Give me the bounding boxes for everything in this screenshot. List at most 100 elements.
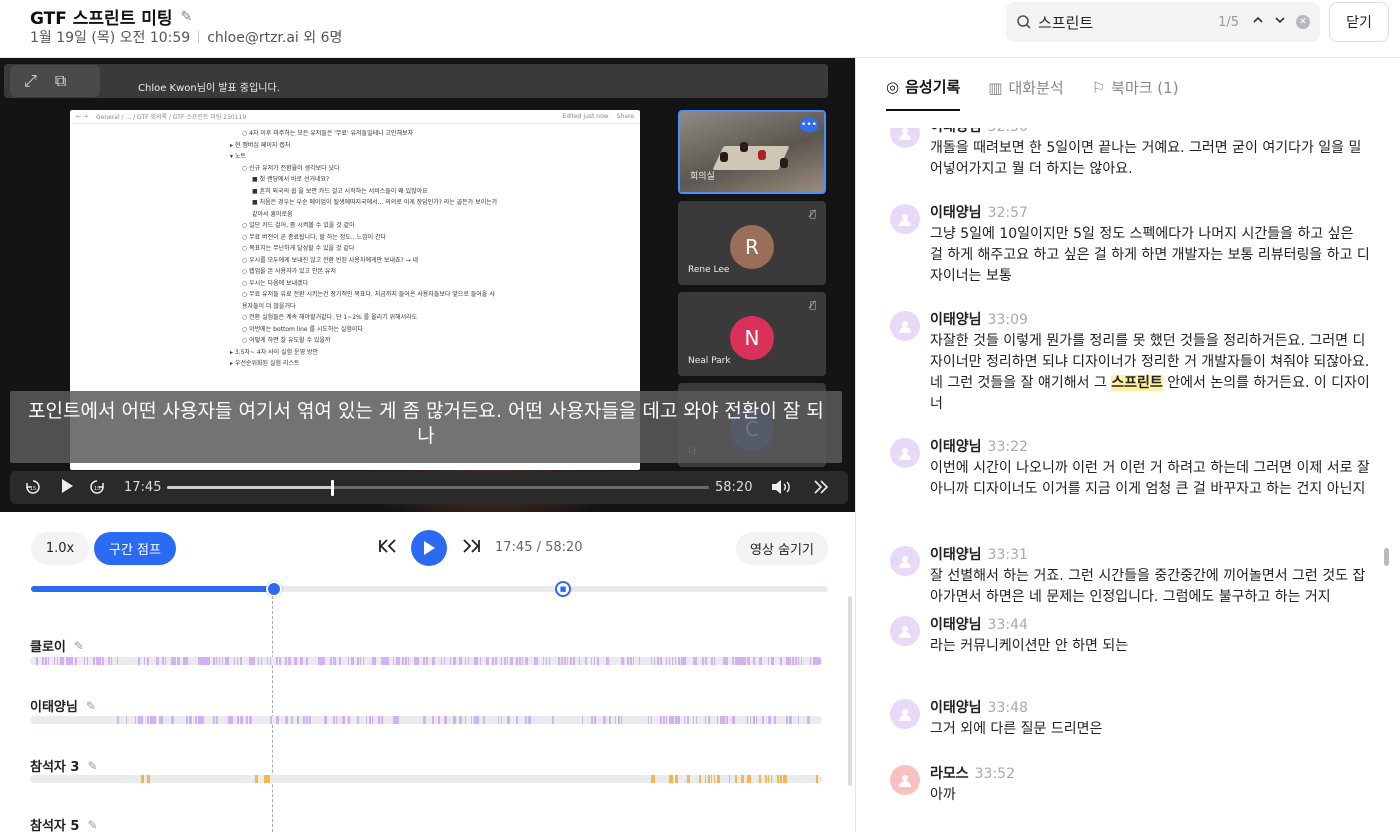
participant-name: 회의실	[690, 172, 715, 182]
forward-15-icon[interactable]: 15	[88, 478, 106, 500]
activity-segment	[477, 716, 479, 724]
activity-segment	[396, 716, 399, 724]
section-jump-button[interactable]: 구간 점프	[94, 532, 176, 565]
activity-segment	[483, 716, 485, 724]
activity-segment	[510, 657, 513, 665]
speaker-activity-track[interactable]	[30, 716, 822, 724]
activity-segment	[240, 657, 242, 665]
activity-segment	[714, 775, 715, 783]
divider	[198, 31, 200, 43]
activity-segment	[678, 716, 680, 724]
chevron-down-icon[interactable]	[1274, 14, 1286, 30]
activity-segment	[627, 657, 629, 665]
edit-pencil-icon[interactable]: ✎	[74, 639, 84, 653]
activity-segment	[807, 716, 810, 724]
edit-pencil-icon[interactable]: ✎	[181, 9, 193, 25]
activity-segment	[276, 716, 279, 724]
tab-bookmark[interactable]: ⚐ 북마크 (1)	[1092, 76, 1179, 111]
activity-segment	[687, 775, 690, 783]
more-options-icon[interactable]: •••	[800, 118, 818, 132]
transcript-timestamp[interactable]: 33:44	[988, 617, 1028, 633]
activity-segment	[195, 716, 197, 724]
activity-segment	[153, 716, 156, 724]
person-avatar-icon	[890, 546, 920, 576]
close-search-button[interactable]: 닫기	[1329, 2, 1389, 42]
room-person	[758, 150, 766, 160]
activity-segment	[72, 657, 73, 665]
person-avatar-icon	[890, 765, 920, 795]
tab-conversation-analysis[interactable]: ▥ 대화분석	[988, 76, 1063, 111]
edit-pencil-icon[interactable]: ✎	[87, 759, 97, 773]
activity-segment	[768, 716, 771, 724]
transcript-scrollbar[interactable]	[1384, 548, 1389, 566]
clear-search-icon[interactable]: ✕	[1296, 15, 1310, 29]
activity-segment	[216, 657, 217, 665]
speaker-name: 참석자 5	[30, 819, 80, 834]
video-seek-handle[interactable]	[331, 480, 335, 496]
edit-pencil-icon[interactable]: ✎	[87, 818, 97, 832]
activity-segment	[333, 657, 336, 665]
activity-segment	[492, 657, 494, 665]
activity-segment	[501, 716, 502, 724]
playback-speed-button[interactable]: 1.0x	[31, 532, 89, 565]
transcript-timestamp[interactable]: 33:22	[988, 439, 1028, 455]
hide-video-button[interactable]: 영상 숨기기	[736, 532, 828, 565]
timeline-progress-bar[interactable]	[31, 581, 828, 597]
participant-tile[interactable]: 🎙̸ N Neal Park	[678, 292, 826, 376]
play-button[interactable]	[411, 530, 447, 566]
left-scrollbar[interactable]	[848, 596, 852, 786]
activity-segment	[717, 716, 718, 724]
activity-segment	[378, 716, 380, 724]
activity-segment	[468, 657, 469, 665]
volume-icon[interactable]	[770, 478, 794, 500]
chart-icon: ▥	[988, 78, 1003, 97]
transcript-timestamp[interactable]: 33:31	[988, 547, 1028, 563]
search-input[interactable]	[1038, 13, 1188, 31]
activity-segment	[216, 716, 218, 724]
video-player[interactable]: ⤢ ⧉ Chloe Kwon님이 발표 중입니다. ← → General / …	[0, 58, 855, 512]
participant-tile-room[interactable]: ••• 회의실	[678, 110, 826, 194]
transcript-timestamp[interactable]: 32:57	[988, 205, 1028, 221]
activity-segment	[453, 716, 456, 724]
video-seek-bar[interactable]	[167, 480, 709, 496]
playhead-line	[272, 596, 273, 832]
activity-segment	[297, 716, 299, 724]
timeline-handle[interactable]	[266, 581, 283, 597]
speaker-activity-track[interactable]	[30, 657, 822, 665]
rewind-icon[interactable]	[378, 537, 398, 560]
transcript-timestamp[interactable]: 33:48	[988, 700, 1028, 716]
edit-pencil-icon[interactable]: ✎	[86, 699, 96, 713]
fast-forward-icon[interactable]	[461, 537, 481, 560]
expand-icon[interactable]: ⤢	[24, 71, 37, 91]
document-line: ▸ 우선순위화된 실험 리스트	[230, 360, 300, 367]
bookmark-marker-icon[interactable]: ■	[555, 581, 571, 597]
participant-tile[interactable]: 🎙̸ R Rene Lee	[678, 201, 826, 285]
activity-segment	[516, 716, 518, 724]
activity-segment	[753, 657, 755, 665]
activity-segment	[324, 716, 327, 724]
picture-in-picture-icon[interactable]: ⧉	[55, 71, 66, 91]
chevron-up-icon[interactable]	[1252, 14, 1264, 30]
transcript-speaker: 이태양님 33:48	[930, 697, 1028, 717]
tab-voice-record[interactable]: ◎ 음성기록	[886, 76, 961, 111]
activity-segment	[240, 716, 243, 724]
activity-segment	[291, 716, 293, 724]
activity-segment	[609, 716, 611, 724]
activity-segment	[726, 657, 728, 665]
participant-avatar: N	[730, 316, 774, 360]
transcript-timestamp[interactable]: 33:52	[975, 766, 1015, 782]
activity-segment	[162, 657, 164, 665]
activity-segment	[564, 657, 566, 665]
play-icon[interactable]	[59, 478, 75, 498]
activity-segment	[93, 657, 95, 665]
speaker-activity-track[interactable]	[30, 775, 822, 783]
activity-segment	[147, 716, 149, 724]
activity-segment	[270, 657, 271, 665]
tab-label: 북마크 (1)	[1111, 79, 1179, 97]
activity-segment	[759, 775, 761, 783]
transcript-timestamp[interactable]: 33:09	[988, 312, 1028, 328]
transcript-timestamp[interactable]: 32:50	[988, 128, 1028, 135]
activity-segment	[465, 716, 466, 724]
rewind-15-icon[interactable]: 15	[24, 478, 42, 500]
skip-forward-icon[interactable]	[812, 478, 830, 500]
